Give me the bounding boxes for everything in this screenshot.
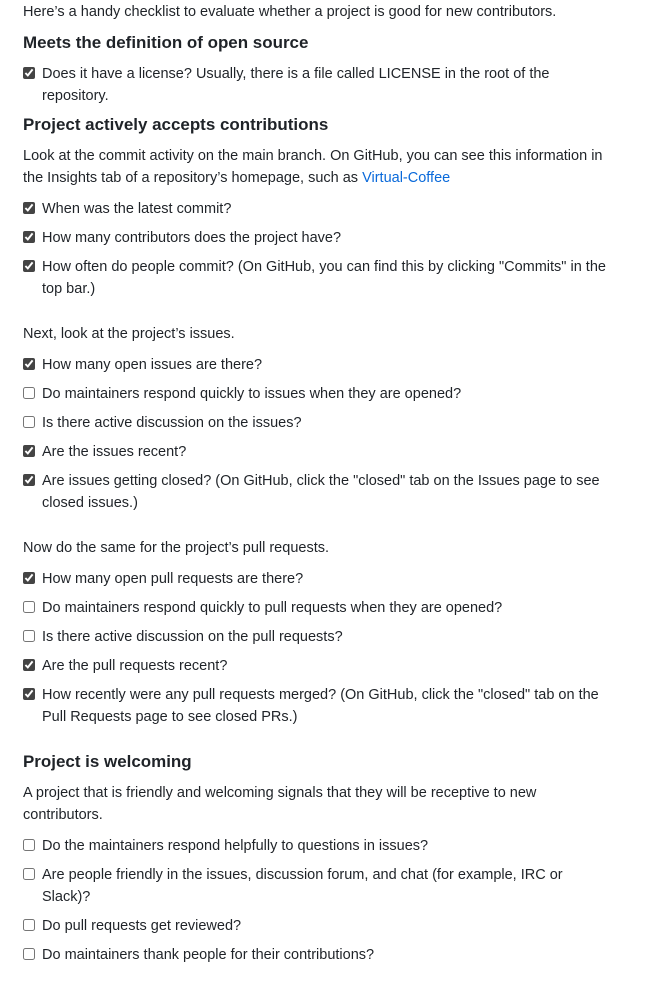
checkbox-license[interactable]: [23, 67, 35, 79]
commit-activity-text: Look at the commit activity on the main …: [23, 145, 619, 189]
checklist-issues: How many open issues are there? Do maint…: [23, 354, 619, 514]
welcoming-text: A project that is friendly and welcoming…: [23, 785, 537, 823]
checkbox-commit-frequency[interactable]: [23, 260, 35, 272]
checklist-item-label: Do maintainers respond quickly to issues…: [42, 386, 462, 402]
heading-welcoming: Project is welcoming: [23, 752, 192, 771]
checkbox-pr-discussion[interactable]: [23, 630, 35, 642]
checklist-item-label: How many open pull requests are there?: [42, 571, 304, 587]
checklist-commits: When was the latest commit? How many con…: [23, 198, 619, 300]
checkbox-prs-recent[interactable]: [23, 659, 35, 671]
issues-intro-text: Next, look at the project’s issues.: [23, 326, 235, 342]
checkbox-prs-merged[interactable]: [23, 688, 35, 700]
checklist-item-label: Do maintainers thank people for their co…: [42, 947, 375, 963]
checklist-item: How often do people commit? (On GitHub, …: [23, 256, 619, 300]
checklist-item: How many contributors does the project h…: [23, 227, 619, 249]
checklist-item-label: How often do people commit? (On GitHub, …: [42, 259, 606, 297]
checklist-item-label: Do pull requests get reviewed?: [42, 918, 242, 934]
checklist-item: How many open pull requests are there?: [23, 568, 619, 590]
checkbox-issues-closed[interactable]: [23, 474, 35, 486]
commit-activity-text-prefix: Look at the commit activity on the main …: [23, 148, 603, 186]
checklist-item: When was the latest commit?: [23, 198, 619, 220]
checklist-pull-requests: How many open pull requests are there? D…: [23, 568, 619, 728]
checkbox-open-issues[interactable]: [23, 358, 35, 370]
checklist-item: Do maintainers thank people for their co…: [23, 944, 603, 966]
checklist-page: Here’s a handy checklist to evaluate whe…: [0, 0, 662, 1000]
checklist-item-label: Is there active discussion on the issues…: [42, 415, 302, 431]
checklist-item-label: Do the maintainers respond helpfully to …: [42, 838, 429, 854]
checkbox-helpful-responses[interactable]: [23, 839, 35, 851]
checklist-item-label: How many contributors does the project h…: [42, 230, 342, 246]
virtual-coffee-link[interactable]: Virtual-Coffee: [362, 170, 450, 186]
checkbox-issue-response[interactable]: [23, 387, 35, 399]
checklist-item-label: How recently were any pull requests merg…: [42, 687, 599, 725]
checklist-item: Are people friendly in the issues, discu…: [23, 864, 603, 908]
checklist-item-label: How many open issues are there?: [42, 357, 263, 373]
checklist-item: Do the maintainers respond helpfully to …: [23, 835, 603, 857]
checkbox-latest-commit[interactable]: [23, 202, 35, 214]
heading-contributions: Project actively accepts contributions: [23, 115, 329, 134]
checklist-item-label: Does it have a license? Usually, there i…: [42, 66, 550, 104]
checkbox-friendly-people[interactable]: [23, 868, 35, 880]
heading-open-source: Meets the definition of open source: [23, 33, 309, 52]
checkbox-open-prs[interactable]: [23, 572, 35, 584]
checklist-item-label: When was the latest commit?: [42, 201, 232, 217]
checklist-item: How many open issues are there?: [23, 354, 619, 376]
checklist-item: Is there active discussion on the issues…: [23, 412, 619, 434]
checklist-item-label: Are people friendly in the issues, discu…: [42, 867, 563, 905]
checkbox-pr-response[interactable]: [23, 601, 35, 613]
checklist-item: How recently were any pull requests merg…: [23, 684, 619, 728]
checkbox-contributors-count[interactable]: [23, 231, 35, 243]
checklist-item: Are the issues recent?: [23, 441, 619, 463]
checklist-item: Do maintainers respond quickly to issues…: [23, 383, 619, 405]
checklist-item: Do pull requests get reviewed?: [23, 915, 603, 937]
checklist-open-source: Does it have a license? Usually, there i…: [23, 63, 619, 107]
checklist-item: Do maintainers respond quickly to pull r…: [23, 597, 619, 619]
checklist-item: Are issues getting closed? (On GitHub, c…: [23, 470, 619, 514]
checklist-item-label: Are the issues recent?: [42, 444, 187, 460]
checkbox-issues-recent[interactable]: [23, 445, 35, 457]
checklist-item-label: Is there active discussion on the pull r…: [42, 629, 343, 645]
checklist-item: Is there active discussion on the pull r…: [23, 626, 619, 648]
checklist-item-label: Do maintainers respond quickly to pull r…: [42, 600, 503, 616]
prs-intro-text: Now do the same for the project’s pull r…: [23, 540, 330, 556]
checkbox-prs-reviewed[interactable]: [23, 919, 35, 931]
checklist-item: Does it have a license? Usually, there i…: [23, 63, 619, 107]
checklist-welcoming: Do the maintainers respond helpfully to …: [23, 835, 603, 966]
checkbox-thank-contributors[interactable]: [23, 948, 35, 960]
checkbox-issue-discussion[interactable]: [23, 416, 35, 428]
intro-text: Here’s a handy checklist to evaluate whe…: [23, 4, 557, 20]
checklist-item: Are the pull requests recent?: [23, 655, 619, 677]
checklist-item-label: Are issues getting closed? (On GitHub, c…: [42, 473, 600, 511]
checklist-item-label: Are the pull requests recent?: [42, 658, 228, 674]
